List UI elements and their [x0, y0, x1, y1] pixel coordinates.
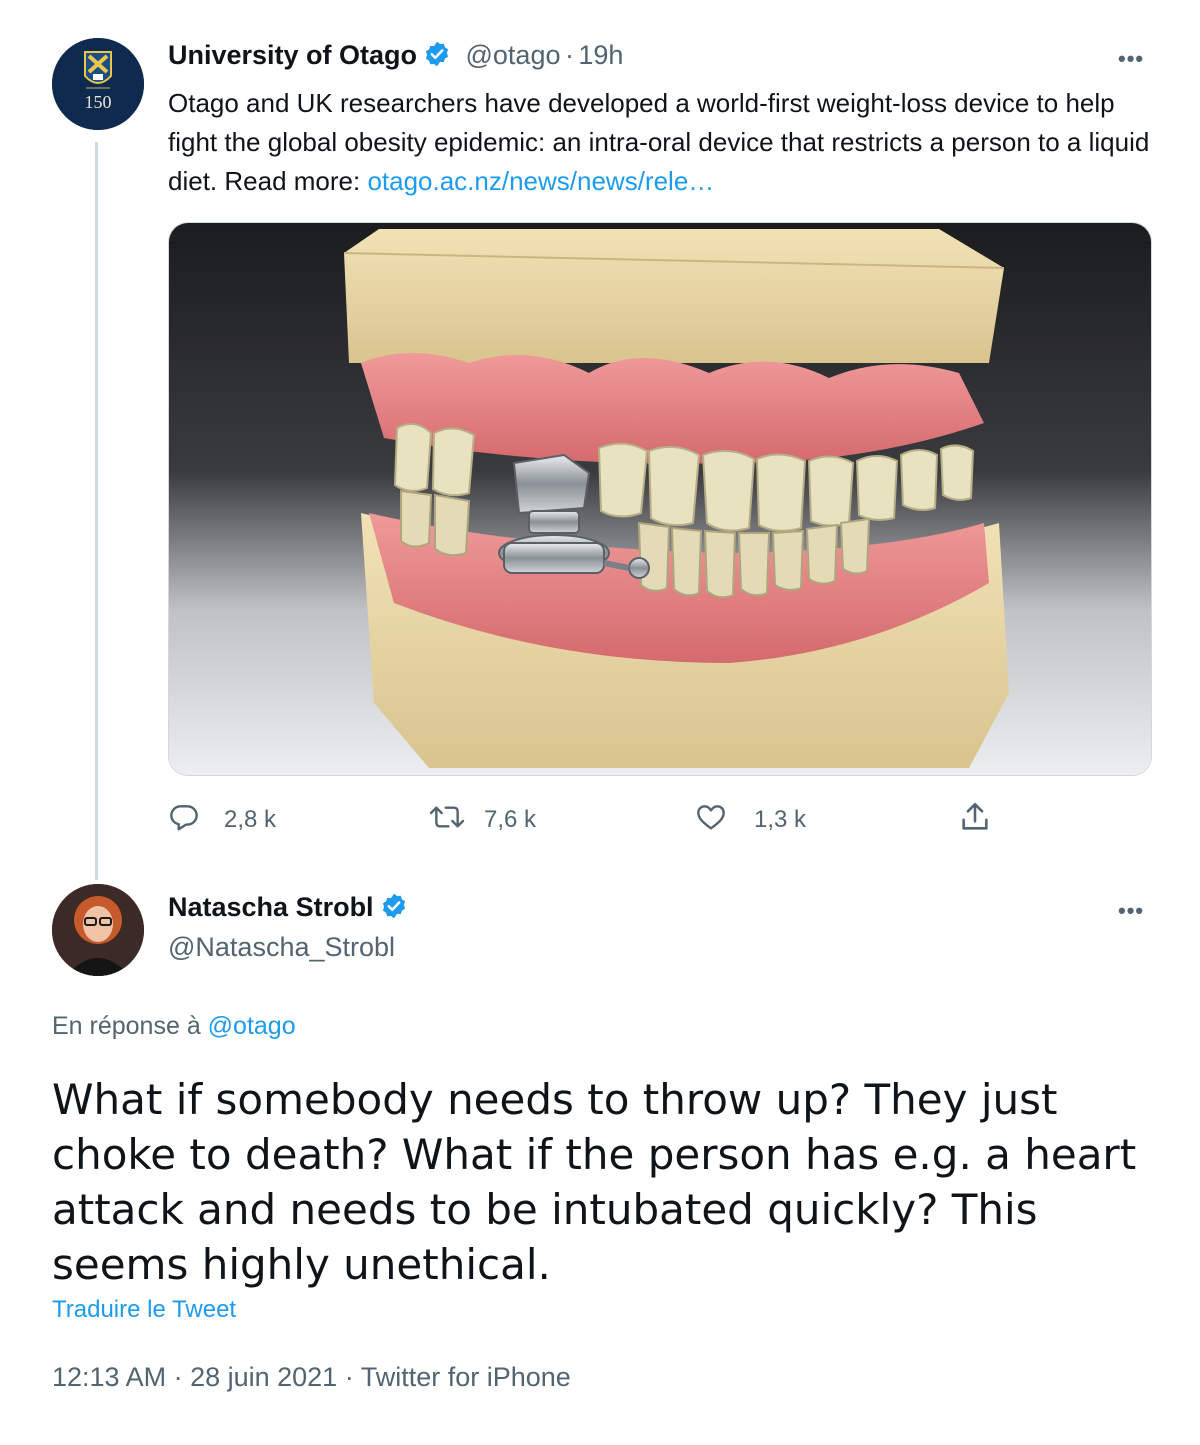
more-icon[interactable]: ••• — [1118, 46, 1144, 72]
tweet1-header: University of Otago @otago · 19h — [168, 40, 623, 73]
retweet-count: 7,6 k — [484, 806, 537, 833]
svg-text:150: 150 — [85, 92, 112, 112]
more-icon[interactable]: ••• — [1118, 898, 1144, 924]
tweet-text: Otago and UK researchers have developed … — [168, 84, 1168, 201]
retweet-icon[interactable] — [428, 801, 466, 840]
tweet2-header: Natascha Strobl — [168, 892, 408, 925]
author-name[interactable]: University of Otago — [168, 40, 417, 70]
reply-context: En réponse à @otago — [52, 1012, 296, 1041]
reply-count: 2,8 k — [224, 806, 277, 833]
like-icon[interactable] — [694, 801, 728, 840]
tweet-link[interactable]: otago.ac.nz/news/news/rele… — [367, 166, 714, 196]
reply-action[interactable]: 2,8 k — [168, 800, 276, 840]
retweet-action[interactable]: 7,6 k — [428, 800, 536, 840]
like-action[interactable]: 1,3 k — [694, 800, 806, 840]
thread-line — [95, 142, 98, 880]
profile-photo-icon — [52, 884, 144, 976]
tweet-media-image[interactable] — [168, 222, 1152, 776]
otago-crest-icon: 150 — [52, 38, 144, 130]
avatar-natascha[interactable] — [52, 884, 144, 976]
reply-to-handle[interactable]: @otago — [208, 1012, 296, 1040]
author-name[interactable]: Natascha Strobl — [168, 892, 374, 922]
translate-tweet-link[interactable]: Traduire le Tweet — [52, 1296, 236, 1324]
separator-dot: · — [564, 40, 574, 70]
author-handle[interactable]: @Natascha_Strobl — [168, 932, 395, 963]
verified-badge-icon — [380, 892, 408, 925]
share-action[interactable] — [958, 800, 992, 840]
tweet-text: What if somebody needs to throw up? They… — [52, 1075, 1137, 1289]
author-handle[interactable]: @otago — [466, 40, 561, 70]
verified-badge-icon — [423, 40, 451, 73]
avatar-otago[interactable]: 150 — [52, 38, 144, 130]
reply-prefix: En réponse à — [52, 1012, 201, 1040]
like-count: 1,3 k — [754, 806, 807, 833]
share-icon[interactable] — [958, 800, 992, 841]
reply-icon[interactable] — [168, 801, 200, 840]
tweet-time[interactable]: 19h — [578, 40, 623, 70]
tweet-metadata[interactable]: 12:13 AM · 28 juin 2021 · Twitter for iP… — [52, 1362, 571, 1393]
